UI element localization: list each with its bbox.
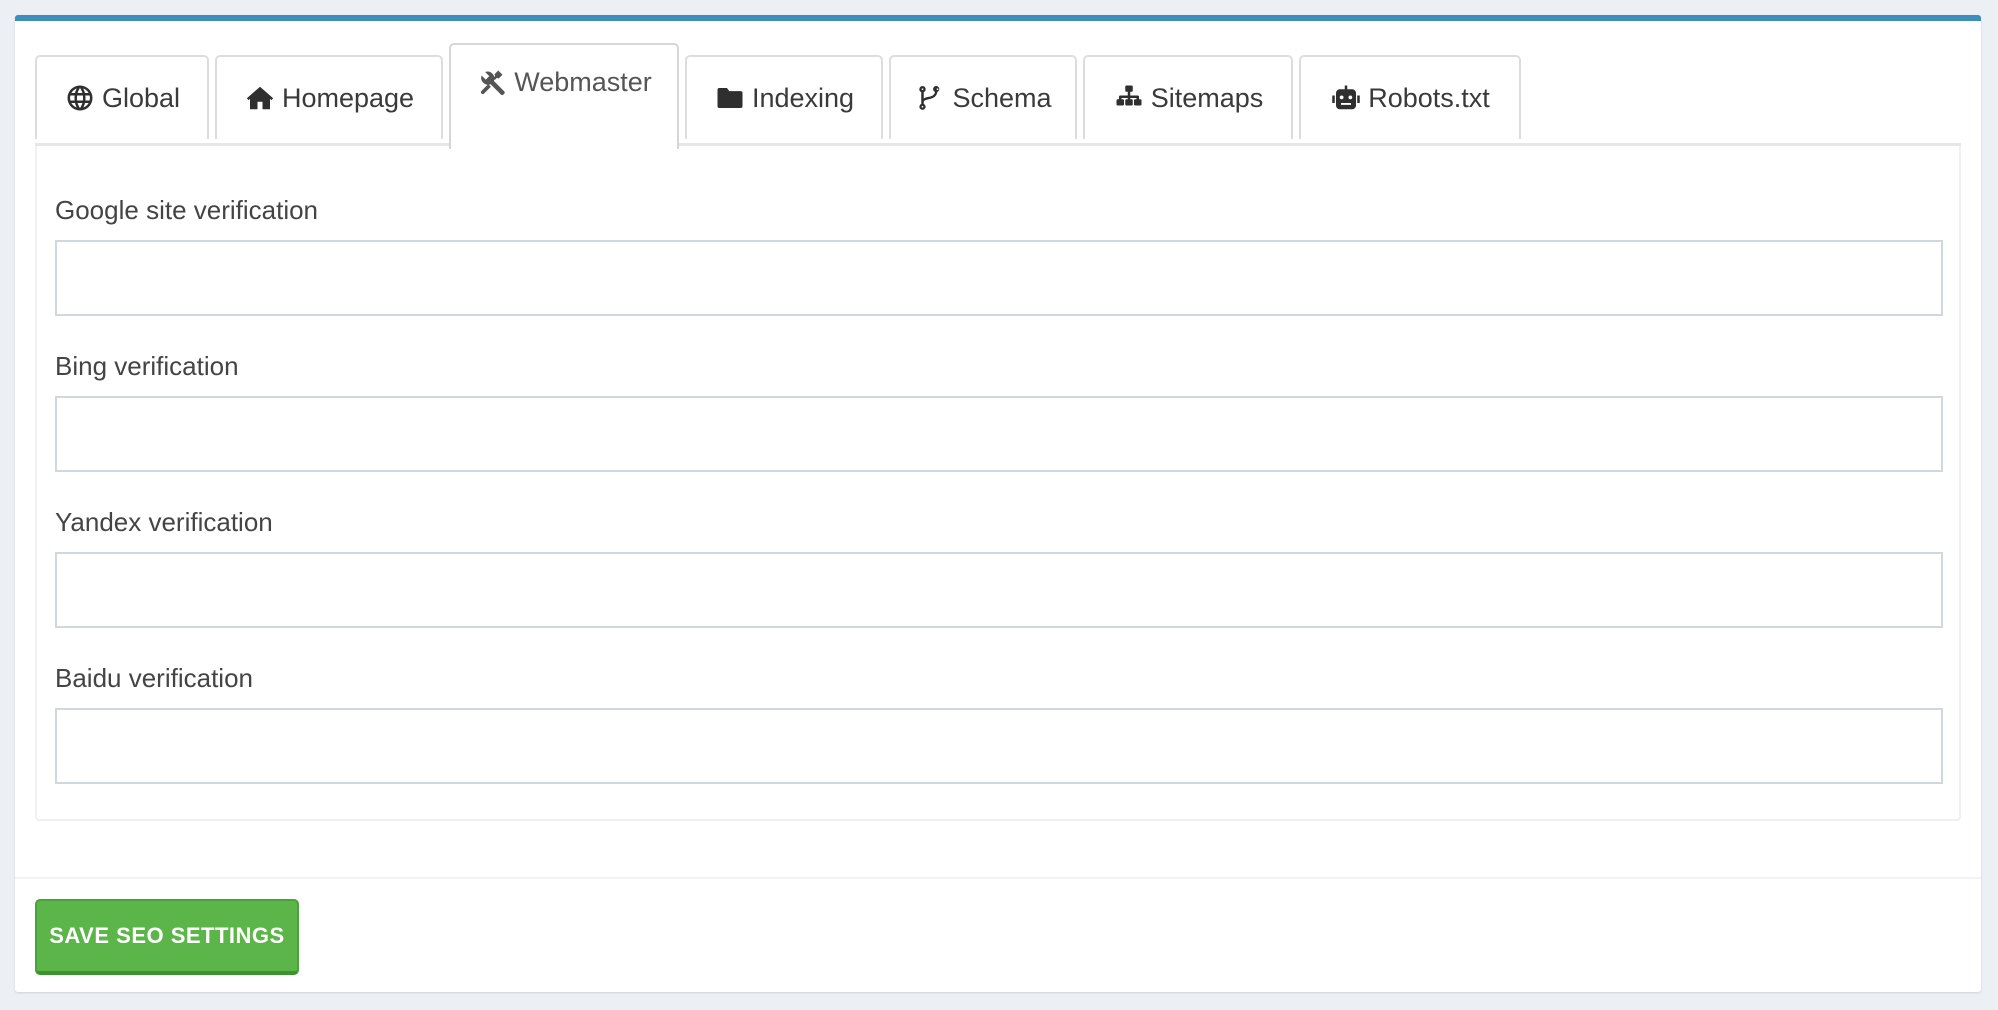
yandex-verification-group: Yandex verification bbox=[55, 502, 1943, 628]
tab-label: Schema bbox=[952, 82, 1052, 113]
bing-verification-label: Bing verification bbox=[55, 351, 239, 381]
google-verification-input[interactable] bbox=[55, 240, 1943, 316]
code-branch-icon bbox=[914, 82, 946, 114]
save-seo-settings-button[interactable]: SAVE SEO SETTINGS bbox=[35, 899, 299, 975]
baidu-verification-label: Baidu verification bbox=[55, 663, 253, 693]
globe-icon bbox=[64, 82, 96, 114]
tab-schema[interactable]: Schema bbox=[889, 55, 1077, 139]
tab-label: Homepage bbox=[281, 82, 415, 113]
tab-label: Global bbox=[101, 82, 181, 113]
box-body: Global Homepage Webmaster Indexing Schem… bbox=[35, 21, 1961, 821]
robot-icon bbox=[1330, 82, 1362, 114]
webmaster-tab-pane: Google site verification Bing verificati… bbox=[35, 146, 1961, 821]
tab-webmaster[interactable]: Webmaster bbox=[449, 43, 679, 149]
tab-homepage[interactable]: Homepage bbox=[215, 55, 443, 139]
bing-verification-group: Bing verification bbox=[55, 346, 1943, 472]
tab-sitemaps[interactable]: Sitemaps bbox=[1083, 55, 1293, 139]
tab-label: Webmaster bbox=[514, 67, 652, 97]
folder-icon bbox=[714, 82, 746, 114]
tab-label: Sitemaps bbox=[1150, 82, 1264, 113]
box-footer: SAVE SEO SETTINGS bbox=[15, 877, 1981, 992]
tools-icon bbox=[476, 67, 508, 99]
tab-global[interactable]: Global bbox=[35, 55, 209, 139]
google-verification-group: Google site verification bbox=[55, 190, 1943, 316]
baidu-verification-group: Baidu verification bbox=[55, 658, 1943, 784]
baidu-verification-input[interactable] bbox=[55, 708, 1943, 784]
tab-robots-txt[interactable]: Robots.txt bbox=[1299, 55, 1521, 139]
yandex-verification-input[interactable] bbox=[55, 552, 1943, 628]
tab-indexing[interactable]: Indexing bbox=[685, 55, 883, 139]
google-verification-label: Google site verification bbox=[55, 195, 319, 225]
seo-settings-box: Global Homepage Webmaster Indexing Schem… bbox=[15, 15, 1981, 992]
yandex-verification-label: Yandex verification bbox=[55, 507, 273, 537]
bing-verification-input[interactable] bbox=[55, 396, 1943, 472]
tab-bar: Global Homepage Webmaster Indexing Schem… bbox=[35, 21, 1961, 149]
home-icon bbox=[244, 82, 276, 114]
tab-label: Robots.txt bbox=[1368, 82, 1490, 113]
tab-label: Indexing bbox=[751, 82, 855, 113]
sitemap-icon bbox=[1113, 82, 1145, 114]
